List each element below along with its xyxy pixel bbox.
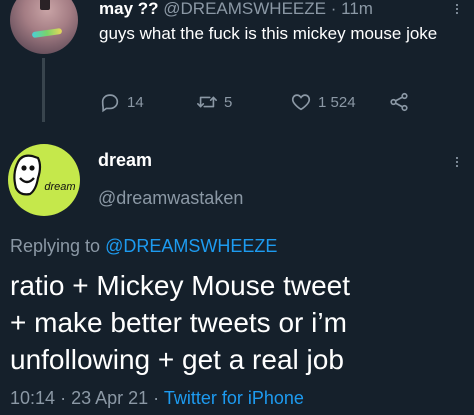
parent-handle[interactable]: @DREAMSWHEEZE xyxy=(163,0,326,18)
reply-count: 14 xyxy=(127,93,144,111)
parent-tweet-header: may ?? @DREAMSWHEEZE · 11m xyxy=(99,0,373,19)
share-icon xyxy=(390,92,408,112)
replying-to: Replying to @DREAMSWHEEZE xyxy=(10,236,277,257)
dream-avatar[interactable]: dream xyxy=(8,144,80,216)
parent-display-name[interactable]: may ?? xyxy=(99,0,159,18)
heart-icon xyxy=(291,94,311,111)
author-handle[interactable]: @dreamwastaken xyxy=(98,188,243,209)
avatar-label: dream xyxy=(44,181,75,193)
tweet-source-link[interactable]: Twitter for iPhone xyxy=(164,388,304,408)
parent-time[interactable]: 11m xyxy=(341,0,373,18)
like-button[interactable]: 1 524 xyxy=(290,90,356,114)
avatar-phone-shape xyxy=(40,0,50,10)
avatar-stripe-shape xyxy=(31,27,63,39)
tweet-metadata: 10:14 · 23 Apr 21 · Twitter for iPhone xyxy=(10,388,304,409)
tweet-line: unfollowing + get a real job xyxy=(10,344,344,375)
retweet-button[interactable]: 5 xyxy=(196,90,232,114)
thread-connector-line xyxy=(42,58,45,122)
reply-button[interactable]: 14 xyxy=(99,90,144,114)
parent-tweet-text: guys what the fuck is this mickey mouse … xyxy=(99,24,438,43)
parent-separator: · xyxy=(330,0,337,18)
like-count: 1 524 xyxy=(318,93,356,111)
tweet-time[interactable]: 10:14 xyxy=(10,388,55,408)
tweet-date[interactable]: 23 Apr 21 xyxy=(71,388,148,408)
tweet-text: ratio + Mickey Mouse tweet + make better… xyxy=(10,267,470,378)
retweet-icon xyxy=(197,96,217,108)
replying-prefix: Replying to xyxy=(10,236,101,256)
tweet-line: + make better tweets or i’m xyxy=(10,307,347,338)
replying-mention-link[interactable]: @DREAMSWHEEZE xyxy=(105,236,277,256)
more-vertical-icon[interactable]: · · · xyxy=(452,148,462,174)
more-vertical-icon[interactable]: · · · xyxy=(452,0,462,21)
meta-separator: · xyxy=(153,388,160,408)
reply-icon xyxy=(101,94,119,113)
retweet-count: 5 xyxy=(224,93,233,111)
tweet-line: ratio + Mickey Mouse tweet xyxy=(10,270,351,301)
parent-avatar[interactable] xyxy=(10,0,78,54)
meta-separator: · xyxy=(60,388,67,408)
share-button[interactable] xyxy=(388,90,410,114)
author-display-name[interactable]: dream xyxy=(98,150,152,171)
smiley-face-icon: dream xyxy=(13,154,76,196)
